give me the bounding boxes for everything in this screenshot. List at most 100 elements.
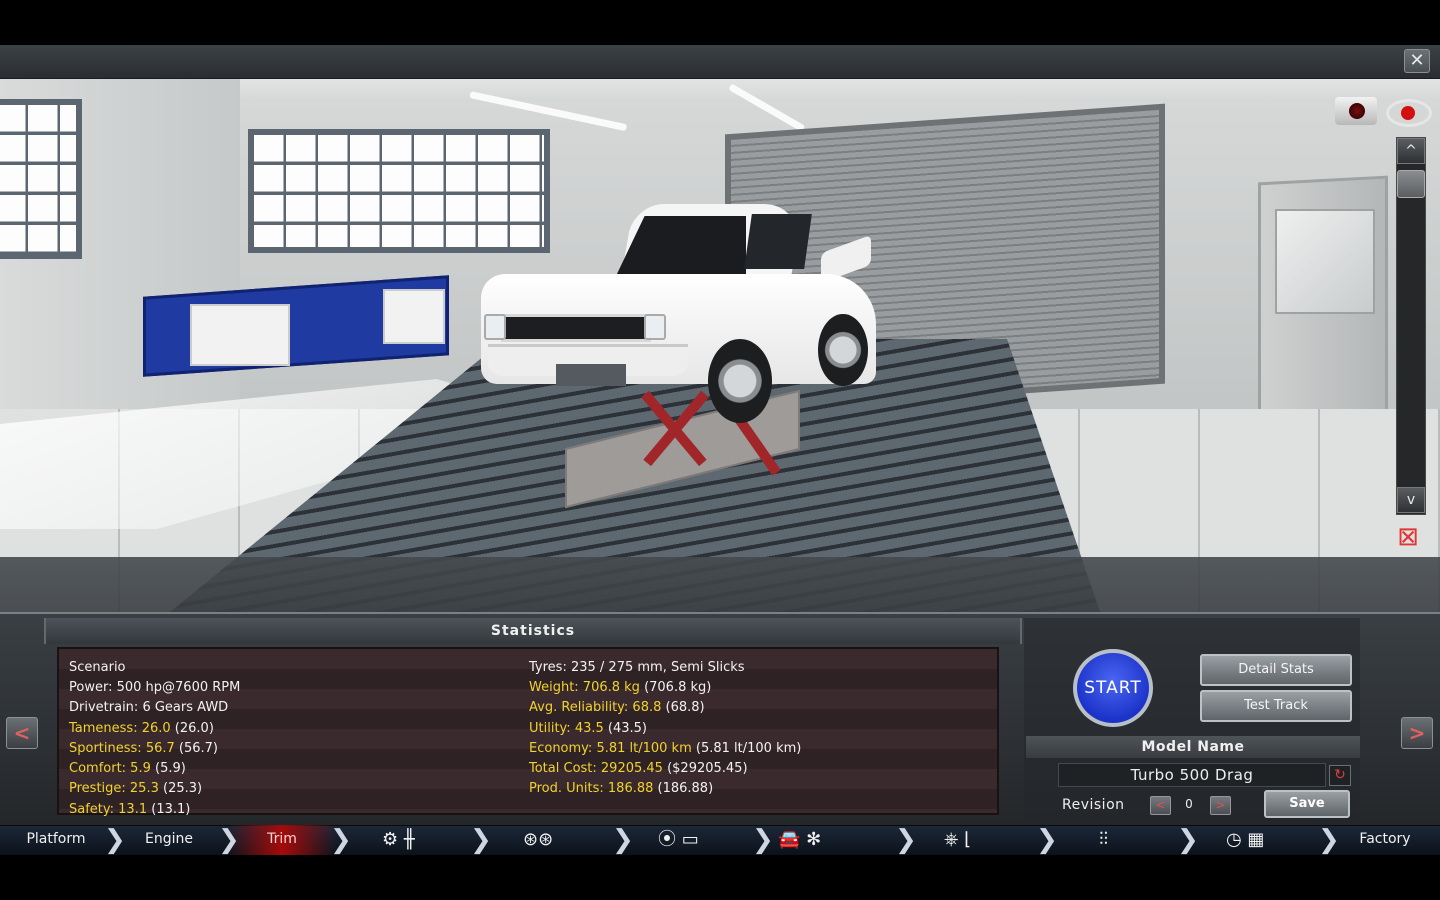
- garage-window-left: [0, 99, 82, 259]
- stat-label: Prestige:: [69, 781, 126, 796]
- nav-tab-factory[interactable]: Factory: [1330, 825, 1440, 855]
- stat-value: 500 hp@7600 RPM: [112, 680, 241, 695]
- stat-row: Safety: 13.1 (13.1): [69, 802, 190, 817]
- stat-value: 5.81 lt/100 km: [592, 741, 692, 756]
- prev-page-button[interactable]: <: [6, 717, 38, 749]
- stat-label: Total Cost:: [529, 761, 597, 776]
- stat-label: Tyres:: [529, 660, 567, 675]
- test-drive-icon[interactable]: ◷ ▦: [1226, 829, 1264, 851]
- bottom-letterbox: [0, 855, 1440, 900]
- top-letterbox: [0, 0, 1440, 45]
- stat-label: Power:: [69, 680, 113, 695]
- garage-3d-viewport[interactable]: [0, 79, 1440, 612]
- stat-value: 56.7: [141, 741, 175, 756]
- stat-value: 5.9: [126, 761, 151, 776]
- interior-icon[interactable]: ⎈ ⌊: [944, 829, 971, 851]
- stat-row: Weight: 706.8 kg (706.8 kg): [529, 680, 711, 695]
- model-name-input[interactable]: Turbo 500 Drag: [1058, 763, 1326, 787]
- stat-label: Tameness:: [69, 721, 138, 736]
- save-button[interactable]: Save: [1264, 790, 1350, 818]
- gearbox-icon[interactable]: ⚙ ╫: [382, 829, 415, 851]
- stat-label: Economy:: [529, 741, 593, 756]
- stat-value: 68.8: [628, 700, 662, 715]
- nav-separator-chevron: ❯: [752, 825, 774, 855]
- stat-label: Comfort:: [69, 761, 127, 776]
- nav-separator-chevron: ❯: [1036, 825, 1058, 855]
- stat-value: 25.3: [125, 781, 159, 796]
- next-page-button[interactable]: >: [1401, 717, 1433, 749]
- revision-next-button[interactable]: >: [1210, 796, 1231, 815]
- nav-separator-chevron: ❯: [1318, 825, 1340, 855]
- stat-label: Drivetrain:: [69, 700, 139, 715]
- nav-separator-chevron: ❯: [470, 825, 492, 855]
- stat-value-base: (26.0): [170, 721, 214, 736]
- workbench-cabinet: [383, 289, 445, 344]
- stat-value-base: (706.8 kg): [639, 680, 712, 695]
- stat-row: Prod. Units: 186.88 (186.88): [529, 781, 713, 796]
- test-track-button[interactable]: Test Track: [1200, 690, 1352, 722]
- stat-row: Tyres: 235 / 275 mm, Semi Slicks: [529, 660, 745, 675]
- stat-value: 706.8 kg: [578, 680, 640, 695]
- nav-separator-chevron: ❯: [895, 825, 917, 855]
- car-wheel: [818, 314, 868, 386]
- model-name-heading: Model Name: [1026, 736, 1360, 758]
- stat-row: Power: 500 hp@7600 RPM: [69, 680, 240, 695]
- body-aero-icon[interactable]: 🚘 ✻: [778, 829, 821, 851]
- stat-value: 29205.45: [596, 761, 663, 776]
- stat-value: 186.88: [603, 781, 654, 796]
- stat-value-base: (56.7): [174, 741, 218, 756]
- stat-value-base: ($29205.45): [662, 761, 748, 776]
- nav-tab-engine[interactable]: Engine: [114, 825, 224, 855]
- stat-value: 235 / 275 mm, Semi Slicks: [566, 660, 745, 675]
- window-titlebar: [0, 45, 1440, 79]
- stat-row: Comfort: 5.9 (5.9): [69, 761, 186, 776]
- nav-tab-platform[interactable]: Platform: [0, 825, 112, 855]
- car-side-window: [744, 214, 812, 269]
- car-headlight: [644, 314, 666, 340]
- stat-value: 6 Gears AWD: [138, 700, 229, 715]
- nav-tab-trim[interactable]: Trim: [228, 825, 336, 855]
- car-model[interactable]: [476, 204, 876, 423]
- car-headlight: [484, 314, 506, 340]
- car-grille: [501, 314, 651, 342]
- stat-label: Safety:: [69, 802, 115, 817]
- stat-label: Utility:: [529, 721, 571, 736]
- nav-separator-chevron: ❯: [104, 825, 126, 855]
- car-plate: [556, 364, 626, 386]
- stat-label: Prod. Units:: [529, 781, 604, 796]
- revision-label: Revision: [1062, 797, 1125, 813]
- stat-row: Sportiness: 56.7 (56.7): [69, 741, 218, 756]
- close-button[interactable]: ✕: [1404, 49, 1430, 73]
- stat-value: 43.5: [570, 721, 604, 736]
- reset-view-icon[interactable]: ⊠: [1388, 522, 1428, 552]
- stat-label: Sportiness:: [69, 741, 142, 756]
- stat-value-base: (5.81 lt/100 km): [691, 741, 802, 756]
- stat-row: Prestige: 25.3 (25.3): [69, 781, 202, 796]
- pit-shadow: [0, 557, 1440, 612]
- zoom-up-button[interactable]: ^: [1397, 138, 1425, 164]
- detail-stats-button[interactable]: Detail Stats: [1200, 654, 1352, 686]
- stat-label: Weight:: [529, 680, 579, 695]
- stat-value-base: (25.3): [158, 781, 203, 796]
- start-button[interactable]: START: [1073, 649, 1153, 727]
- zoom-down-button[interactable]: v: [1397, 487, 1425, 513]
- revision-prev-button[interactable]: <: [1150, 796, 1171, 815]
- workbench-cabinet: [190, 304, 290, 366]
- stat-row: Scenario: [69, 660, 126, 675]
- stat-label: Avg. Reliability:: [529, 700, 629, 715]
- stat-row: Utility: 43.5 (43.5): [529, 721, 647, 736]
- stat-row: Total Cost: 29205.45 ($29205.45): [529, 761, 748, 776]
- eye-pupil-icon: [1401, 106, 1415, 120]
- car-wheel: [708, 339, 772, 423]
- refresh-name-icon[interactable]: ↻: [1329, 765, 1351, 786]
- stat-value-base: (68.8): [661, 700, 705, 715]
- brakes-body-icon[interactable]: ⦿ ▭: [658, 829, 699, 851]
- nav-separator-chevron: ❯: [1177, 825, 1199, 855]
- stat-value-base: (13.1): [147, 802, 191, 817]
- suspension-icon[interactable]: ⫶⫶: [1099, 829, 1108, 851]
- wheels-icon[interactable]: ⊛⊛: [523, 829, 553, 851]
- stat-value-base: (186.88): [653, 781, 714, 796]
- stat-value: 26.0: [137, 721, 171, 736]
- stat-label: Scenario: [69, 660, 126, 675]
- zoom-scroll-thumb[interactable]: [1397, 170, 1425, 198]
